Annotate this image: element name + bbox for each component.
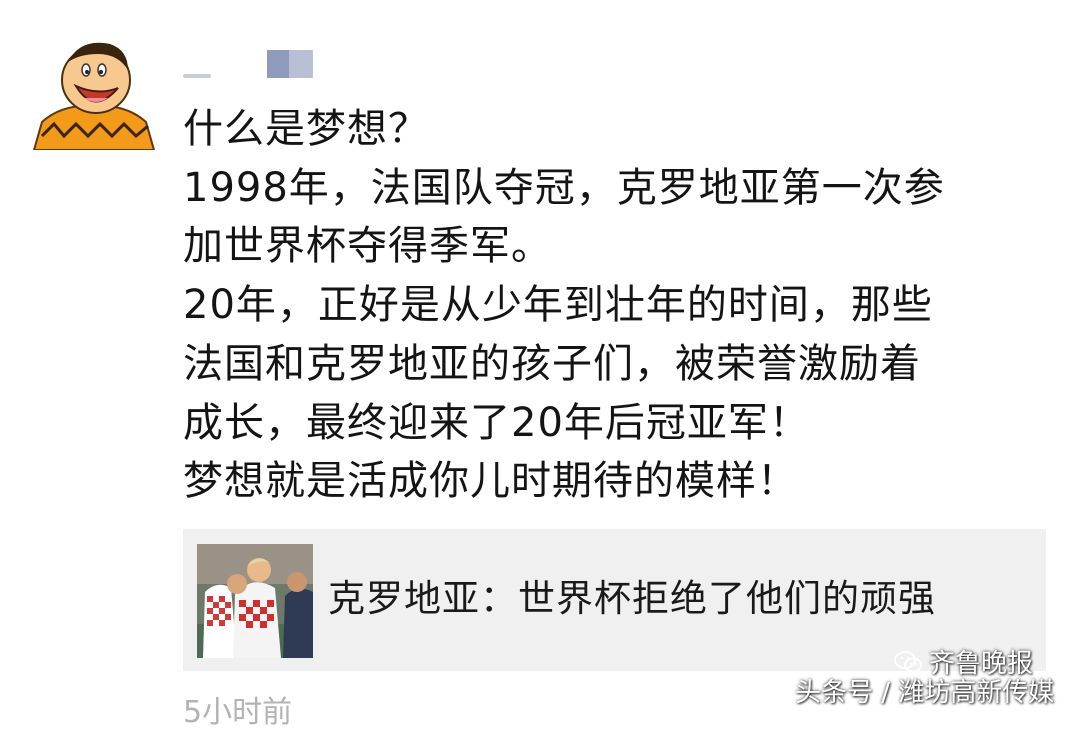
avatar[interactable] [32, 36, 156, 150]
post-line: 梦想就是活成你儿时期待的模样！ [183, 458, 798, 505]
post-line: 成长，最终迎来了20年后冠亚军！ [183, 399, 810, 446]
post-text: 什么是梦想？ 1998年，法国队夺冠，克罗地亚第一次参 加世界杯夺得季军。 20… [183, 100, 1063, 511]
link-card-title: 克罗地亚：世界杯拒绝了他们的顽强 [328, 577, 936, 620]
nickname-blur-mark [267, 50, 289, 78]
watermark-line2: 头条号 / 潍坊高新传媒 [795, 678, 1055, 708]
post-line: 1998年，法国队夺冠，克罗地亚第一次参 [183, 164, 945, 211]
post-line: 法国和克罗地亚的孩子们，被荣誉激励着 [183, 340, 921, 387]
watermark-line1: 齐鲁晚报 [929, 649, 1034, 679]
wechat-icon [893, 649, 923, 675]
nickname-blurred[interactable] [183, 46, 333, 82]
post-line: 加世界杯夺得季军。 [183, 223, 552, 270]
thumbnail-image [197, 544, 313, 658]
watermark-source: 齐鲁晚报 [893, 648, 1033, 680]
nickname-blur-mark [183, 74, 211, 78]
nickname-blur-mark [289, 50, 313, 78]
timestamp: 5小时前 [183, 695, 293, 730]
post-line: 什么是梦想？ [183, 106, 429, 152]
post-line: 20年，正好是从少年到壮年的时间，那些 [183, 282, 933, 329]
